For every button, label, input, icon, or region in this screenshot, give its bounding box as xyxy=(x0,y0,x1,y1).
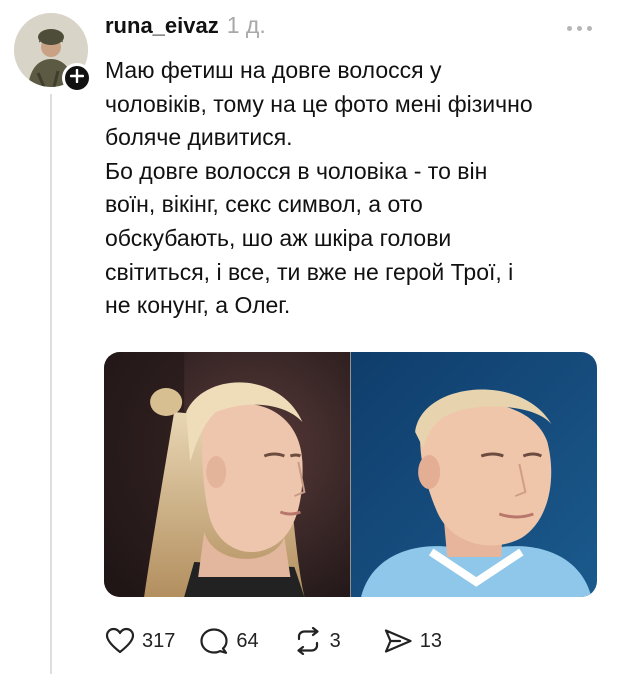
thread-line xyxy=(50,94,52,674)
repost-count: 3 xyxy=(329,629,341,652)
post-header: runa_eivaz 1 д. xyxy=(105,12,266,46)
post-time: 1 д. xyxy=(226,12,266,38)
photo-long-hair-man[interactable] xyxy=(104,352,351,597)
post-text-line: не конунг, а Олег. xyxy=(105,292,291,319)
more-button[interactable] xyxy=(567,18,607,38)
post-text-line: обскубають, шо аж шкіра голови xyxy=(105,224,452,251)
share-count: 13 xyxy=(419,629,442,652)
username[interactable]: runa_eivaz xyxy=(105,13,219,39)
follow-button[interactable] xyxy=(62,63,92,93)
post-text: Маю фетиш на довге волосся у чоловіків, … xyxy=(105,54,610,323)
photo-short-hair-man[interactable] xyxy=(350,352,598,597)
repost-icon xyxy=(293,627,323,655)
post-text-line: світиться, і все, ти вже не герой Трої, … xyxy=(105,258,514,285)
post-text-line: Бо довге волосся в чоловіка - то він xyxy=(105,157,488,184)
reply-count: 64 xyxy=(236,629,259,652)
share-button[interactable]: 13 xyxy=(383,627,442,655)
heart-icon xyxy=(105,627,135,655)
like-count: 317 xyxy=(142,629,176,652)
share-icon xyxy=(383,627,413,655)
like-button[interactable]: 317 xyxy=(105,627,175,655)
post-text-line: чоловіків, тому на це фото мені фізично xyxy=(105,90,533,117)
comment-icon xyxy=(199,627,229,655)
more-icon xyxy=(567,25,592,31)
post-text-line: Маю фетиш на довге волосся у xyxy=(105,57,442,83)
post-text-line: боляче дивитися. xyxy=(105,124,293,151)
plus-icon xyxy=(69,68,85,88)
post-text-line: воїн, вікінг, секс символ, а ото xyxy=(105,191,423,218)
reply-button[interactable]: 64 xyxy=(199,627,259,655)
avatar-container[interactable] xyxy=(14,13,92,93)
post-media[interactable] xyxy=(104,352,597,597)
repost-button[interactable]: 3 xyxy=(293,627,341,655)
action-bar: 317 64 3 13 xyxy=(105,624,442,658)
